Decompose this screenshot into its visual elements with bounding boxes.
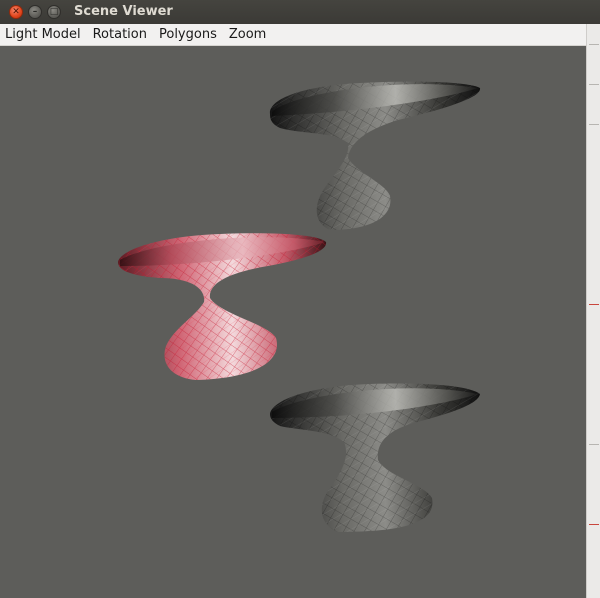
menu-rotation[interactable]: Rotation: [87, 27, 153, 42]
scene-viewer-window: ✕ – □ Scene Viewer Light Model Rotation …: [0, 0, 600, 598]
edge-line: [589, 84, 599, 85]
edge-line: [589, 304, 599, 305]
minimize-icon: –: [32, 6, 38, 17]
title-bar[interactable]: ✕ – □ Scene Viewer: [0, 0, 600, 24]
maximize-icon: □: [49, 6, 59, 17]
menu-polygons[interactable]: Polygons: [153, 27, 223, 42]
menu-bar: Light Model Rotation Polygons Zoom: [0, 24, 586, 46]
maximize-button[interactable]: □: [47, 5, 61, 19]
window-title: Scene Viewer: [74, 4, 173, 19]
close-button[interactable]: ✕: [9, 5, 23, 19]
vase-model-top[interactable]: [269, 81, 481, 230]
vase-model-bottom[interactable]: [270, 383, 480, 532]
3d-viewport[interactable]: [0, 46, 586, 598]
edge-line: [589, 44, 599, 45]
vase-model-middle[interactable]: [118, 233, 327, 380]
background-window-edge: [586, 24, 600, 598]
menu-zoom[interactable]: Zoom: [223, 27, 272, 42]
close-icon: ✕: [12, 6, 20, 17]
minimize-button[interactable]: –: [28, 5, 42, 19]
edge-line: [589, 444, 599, 445]
edge-line: [589, 124, 599, 125]
edge-line: [589, 524, 599, 525]
menu-light-model[interactable]: Light Model: [0, 27, 87, 42]
